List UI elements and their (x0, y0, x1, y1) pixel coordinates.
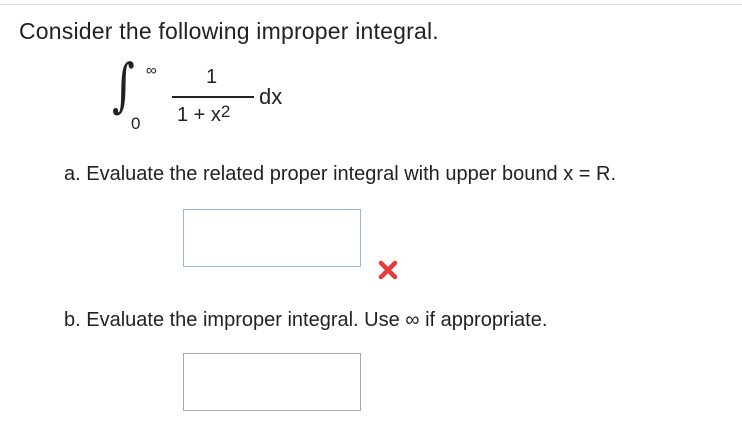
incorrect-x-icon (378, 260, 398, 280)
denominator-base: 1 + x (177, 104, 221, 126)
integral-sign: ∫ (112, 51, 135, 119)
part-b-prompt: b. Evaluate the improper integral. Use ∞… (64, 309, 548, 331)
lower-limit: 0 (131, 114, 141, 133)
upper-limit: ∞ (146, 62, 157, 79)
denominator: 1 + x2 (177, 102, 231, 127)
integral-expression: ∫ ∞ 0 1 1 + x2 dx (0, 0, 742, 160)
part-a-answer-field[interactable] (183, 209, 361, 267)
denominator-exponent: 2 (220, 102, 231, 121)
fraction-bar (172, 96, 254, 98)
numerator: 1 (206, 66, 218, 88)
part-b-answer-field[interactable] (183, 353, 361, 411)
differential: dx (259, 84, 283, 109)
part-a-prompt: a. Evaluate the related proper integral … (64, 163, 617, 185)
